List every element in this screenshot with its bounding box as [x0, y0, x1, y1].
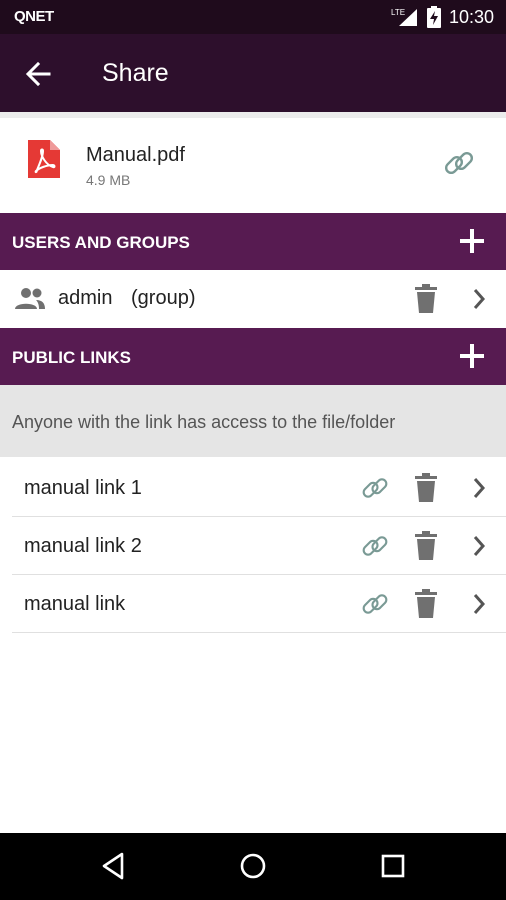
back-button[interactable] [22, 58, 54, 90]
user-share-row[interactable]: admin (group) [0, 270, 506, 328]
public-link-row[interactable]: manual link 2 [12, 517, 506, 575]
link-icon[interactable] [360, 473, 390, 503]
lte-signal-icon: LTE [391, 8, 417, 26]
clock: 10:30 [448, 6, 494, 27]
users-groups-header: USERS AND GROUPS [0, 213, 506, 270]
battery-icon [426, 6, 441, 28]
user-type: (group) [131, 287, 196, 309]
pdf-icon [28, 140, 60, 178]
link-icon[interactable] [360, 531, 390, 561]
link-icon[interactable] [442, 146, 476, 180]
public-links-info: Anyone with the link has access to the f… [0, 385, 506, 457]
nav-recents-icon[interactable] [376, 849, 410, 883]
file-name: Manual.pdf [86, 144, 185, 166]
page-title: Share [102, 59, 169, 87]
link-name: manual link 2 [24, 535, 142, 557]
nav-home-icon[interactable] [236, 849, 270, 883]
nav-back-icon[interactable] [96, 849, 130, 883]
status-icons: LTE 10:30 [391, 6, 494, 28]
app-bar: Share [0, 34, 506, 112]
public-links-header: PUBLIC LINKS [0, 328, 506, 385]
public-links-title: PUBLIC LINKS [12, 348, 131, 367]
user-name: admin [58, 287, 113, 309]
trash-icon[interactable] [413, 531, 439, 561]
link-name: manual link 1 [24, 477, 142, 499]
carrier-label: QNET [14, 8, 54, 25]
file-summary: Manual.pdf 4.9 MB [0, 112, 506, 212]
users-groups-title: USERS AND GROUPS [12, 233, 190, 252]
group-icon [15, 288, 45, 309]
system-nav-bar [0, 833, 506, 900]
link-icon[interactable] [360, 589, 390, 619]
info-text: Anyone with the link has access to the f… [12, 412, 396, 432]
chevron-right-icon[interactable] [470, 475, 488, 501]
trash-icon[interactable] [413, 284, 439, 314]
chevron-right-icon[interactable] [470, 286, 488, 312]
chevron-right-icon[interactable] [470, 591, 488, 617]
link-name: manual link [24, 593, 126, 615]
status-bar: QNET LTE 10:30 [0, 0, 506, 34]
add-public-link-button[interactable] [458, 342, 486, 370]
network-type: LTE [391, 8, 405, 17]
add-user-button[interactable] [458, 227, 486, 255]
file-size: 4.9 MB [86, 172, 131, 188]
public-link-row[interactable]: manual link 1 [12, 459, 506, 517]
trash-icon[interactable] [413, 589, 439, 619]
trash-icon[interactable] [413, 473, 439, 503]
arrow-back-icon [25, 61, 51, 87]
public-link-row[interactable]: manual link [12, 575, 506, 633]
chevron-right-icon[interactable] [470, 533, 488, 559]
